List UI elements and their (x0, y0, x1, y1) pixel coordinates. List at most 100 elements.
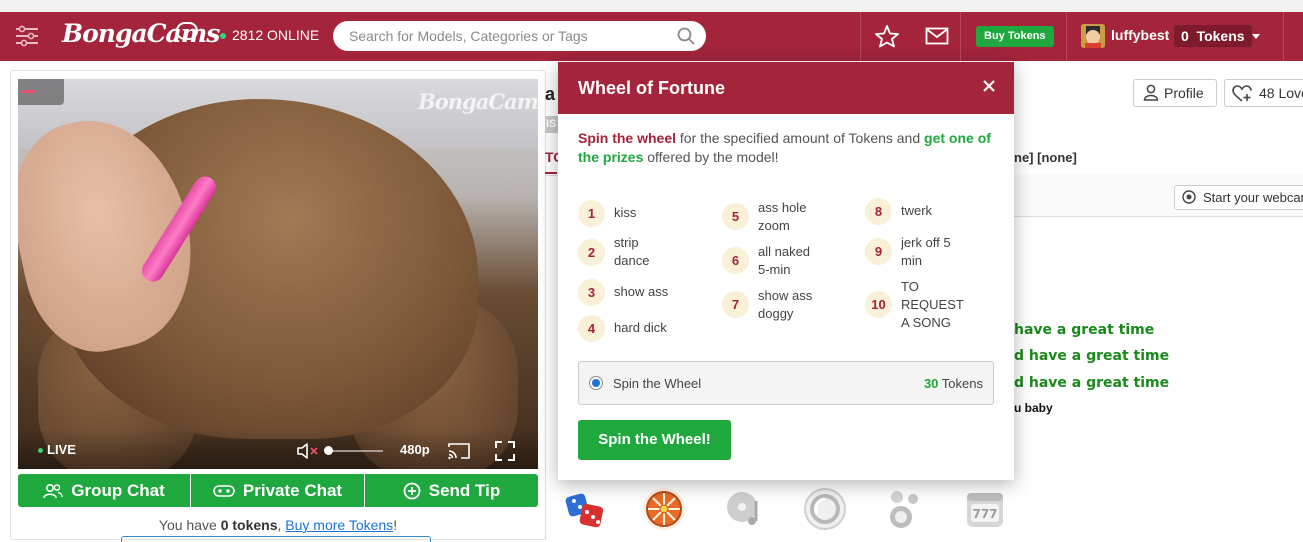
lottery-balls-icon[interactable] (883, 487, 927, 531)
spin-option[interactable]: Spin the Wheel 30 Tokens (578, 361, 994, 405)
prize-label: TO REQUEST A SONG (901, 279, 964, 330)
chat-message: d have a great time (1014, 375, 1170, 391)
group-chat-label: Group Chat (71, 480, 165, 500)
prize-label: kiss (614, 205, 637, 220)
spin-price-unit: Tokens (938, 376, 983, 391)
prize-label: twerk (901, 203, 933, 218)
modal-title: Wheel of Fortune (578, 78, 725, 98)
tokens-note-suffix: ! (393, 517, 398, 533)
modal-header: Wheel of Fortune (558, 62, 1014, 114)
top-strip (0, 0, 1303, 12)
buy-more-tokens-link[interactable]: Buy more Tokens (285, 517, 393, 533)
svg-text:777: 777 (972, 507, 997, 521)
username[interactable]: luffybest (1111, 27, 1169, 43)
user-avatar[interactable] (1081, 24, 1105, 48)
header-divider (1283, 12, 1284, 61)
intro-highlight: Spin the wheel (578, 130, 677, 146)
search-box[interactable] (333, 21, 706, 51)
prize-label: show ass doggy (758, 288, 813, 321)
search-input[interactable] (347, 27, 667, 45)
music-request-icon[interactable] (724, 487, 768, 531)
model-name: a (545, 84, 556, 104)
wheel-of-fortune-icon[interactable] (642, 487, 686, 531)
prize-number: 9 (865, 238, 892, 265)
spin-option-price: 30 Tokens (924, 376, 983, 391)
intro-text: offered by the model! (643, 149, 779, 165)
record-circle-icon (1182, 190, 1196, 204)
prize-label: jerk off 5 min (901, 235, 951, 268)
prize-number: 5 (722, 203, 749, 230)
send-tip-button[interactable]: Send Tip (365, 474, 538, 507)
prize-number: 8 (865, 198, 892, 225)
prize-number: 3 (578, 279, 605, 306)
prize-number: 7 (722, 291, 749, 318)
dice-game-icon[interactable] (563, 487, 607, 531)
private-mask-icon (213, 484, 235, 497)
user-menu-chevron-down-icon[interactable] (1252, 34, 1260, 39)
live-label: LIVE (47, 442, 76, 457)
heart-plus-icon (1232, 85, 1252, 102)
send-tip-label: Send Tip (428, 480, 501, 500)
user-icon (1143, 84, 1159, 101)
tokens-note-prefix: You have (158, 517, 221, 533)
favorites-star-icon[interactable] (874, 24, 900, 48)
group-chat-button[interactable]: Group Chat (18, 474, 190, 507)
fullscreen-icon[interactable] (495, 441, 515, 461)
token-count: 0 (1181, 28, 1189, 44)
chat-message: have a great time (1014, 322, 1155, 338)
plus-circle-icon (403, 482, 421, 499)
avatar-face-icon (1081, 24, 1105, 48)
live-dot-icon (38, 448, 43, 454)
filters-menu-icon[interactable] (14, 24, 40, 48)
video-corner-badge (18, 79, 64, 105)
spinner-game-icon[interactable] (803, 487, 847, 531)
header-divider (1066, 12, 1067, 61)
group-users-icon (43, 483, 63, 498)
prize-label: ass hole zoom (758, 200, 807, 233)
chat-input-edge[interactable] (121, 536, 431, 542)
tab-topic: ne] [none] (1014, 150, 1077, 165)
volume-slider-handle[interactable] (324, 446, 333, 455)
logo-bubble-icon (176, 22, 198, 40)
prize-number: 1 (578, 200, 605, 227)
private-chat-button[interactable]: Private Chat (191, 474, 364, 507)
modal-description: Spin the wheel for the specified amount … (578, 129, 1003, 167)
tokens-label: Tokens (1196, 28, 1245, 44)
prize-label: hard dick (614, 320, 667, 335)
quality-selector[interactable]: 480p (400, 442, 430, 457)
wheel-of-fortune-modal: Wheel of Fortune Spin the wheel for the … (558, 62, 1014, 480)
slot-777-icon[interactable]: 777 (963, 487, 1007, 531)
spin-wheel-button[interactable]: Spin the Wheel! (578, 420, 731, 460)
muted-speaker-icon[interactable] (296, 442, 322, 460)
cast-icon[interactable] (447, 441, 471, 461)
search-icon[interactable] (676, 26, 696, 46)
prize-label: show ass (614, 284, 669, 299)
online-dot-icon (220, 33, 226, 40)
header-divider (860, 12, 861, 61)
buy-tokens-button[interactable]: Buy Tokens (976, 26, 1054, 47)
intro-text: for the specified amount of Tokens and (676, 130, 925, 146)
private-chat-label: Private Chat (242, 480, 343, 500)
header-divider (960, 12, 961, 61)
tokens-note-amount: 0 tokens (220, 517, 278, 533)
volume-slider[interactable] (327, 450, 383, 452)
online-counter: 2812 ONLINE (220, 27, 319, 43)
spin-option-label: Spin the Wheel (613, 376, 702, 391)
prize-number: 6 (722, 247, 749, 274)
video-watermark: BongaCams (418, 89, 538, 114)
site-header: BongaCams 2812 ONLINE Buy Tokens luffybe… (0, 12, 1303, 61)
status-tag: IS (545, 116, 559, 133)
token-balance-badge[interactable]: 0 Tokens (1174, 25, 1252, 47)
spin-price-value: 30 (923, 376, 939, 391)
token-balance-note: You have 0 tokens, Buy more Tokens! (18, 517, 538, 533)
messages-mail-icon[interactable] (925, 27, 949, 45)
chat-message: d have a great time (1014, 348, 1170, 364)
live-video-player[interactable]: BongaCams LIVE 480p (18, 79, 538, 469)
close-icon[interactable] (978, 75, 1000, 97)
prize-number: 4 (578, 315, 605, 342)
spin-option-radio[interactable] (589, 376, 603, 390)
prize-label: all naked 5-min (758, 244, 811, 277)
live-indicator: LIVE (38, 442, 76, 457)
video-controls-bar: LIVE 480p (18, 429, 538, 469)
tab-active-underline (545, 172, 557, 174)
